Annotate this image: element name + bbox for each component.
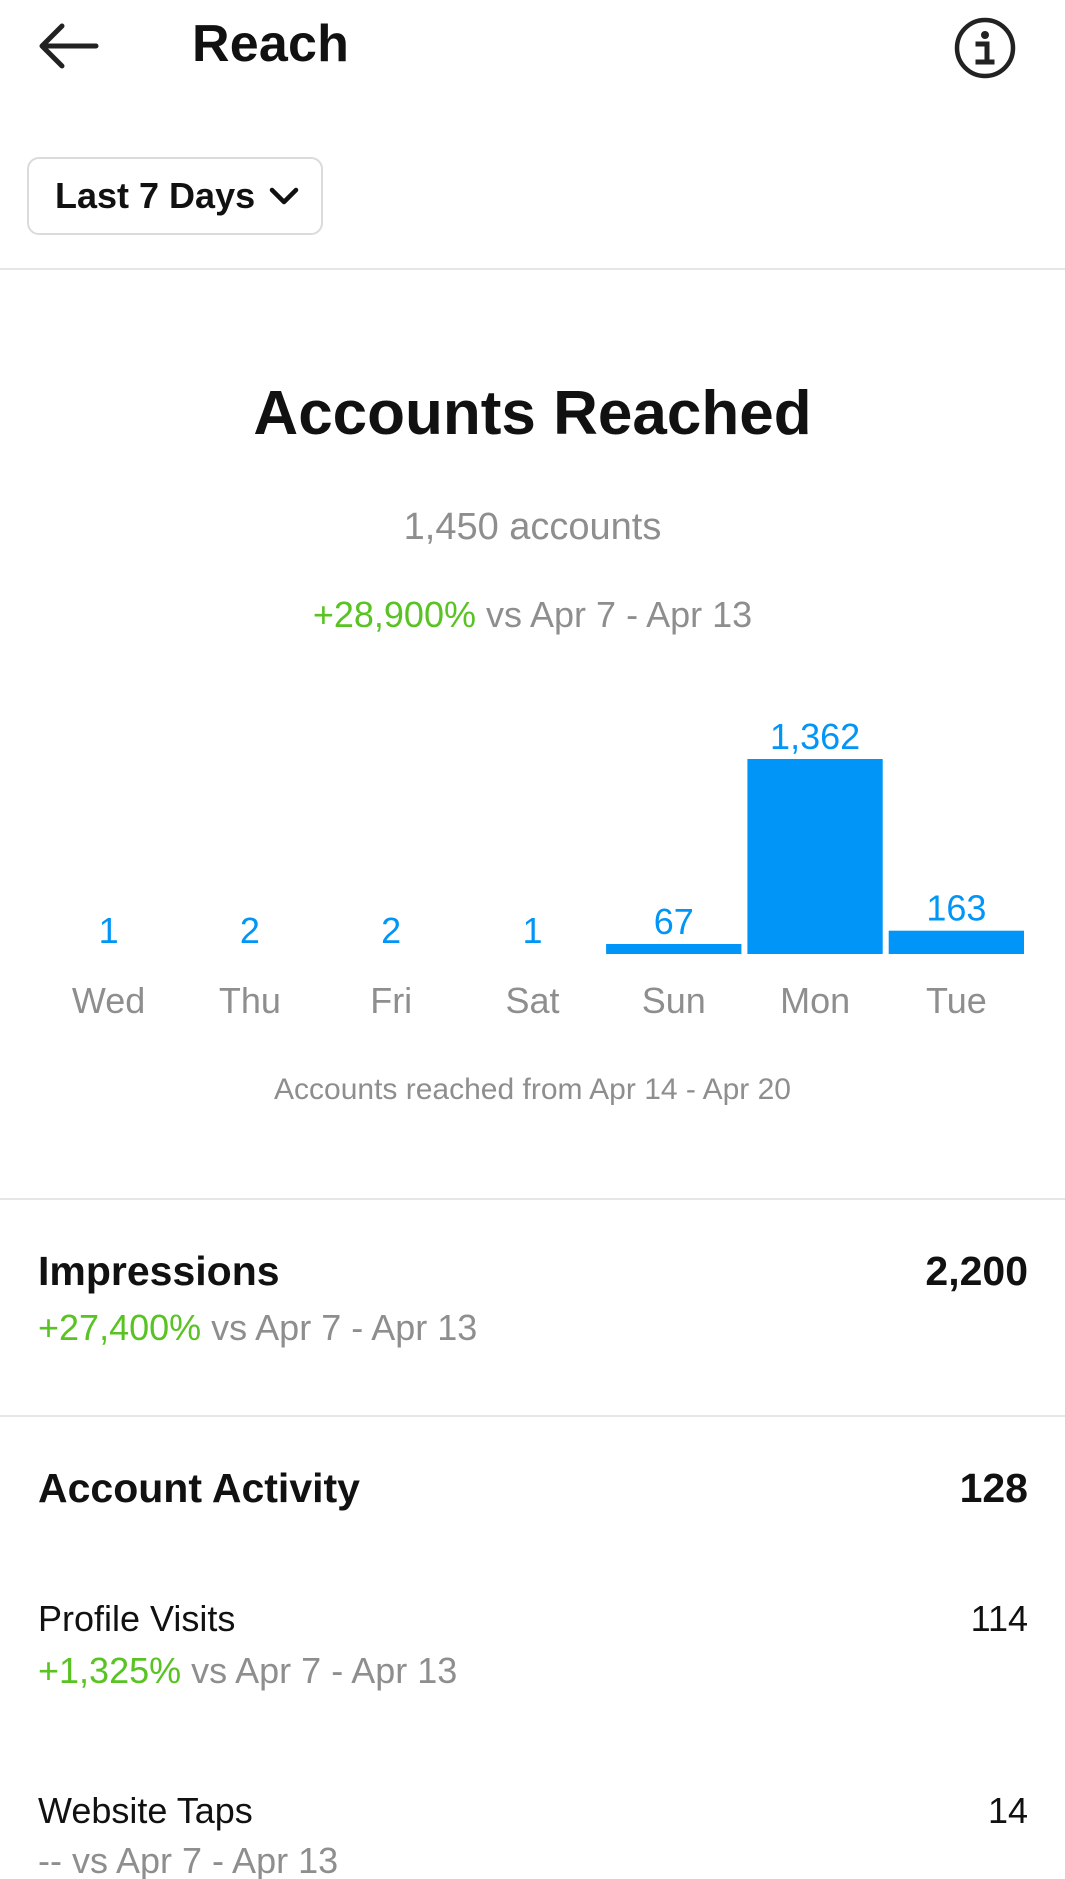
x-tick-label: Fri bbox=[370, 980, 412, 1021]
profile-visits-change: +1,325% vs Apr 7 - Apr 13 bbox=[38, 1650, 457, 1692]
bar-value-label: 1 bbox=[99, 910, 119, 951]
arrow-left-icon bbox=[39, 23, 99, 69]
accounts-change: +28,900% vs Apr 7 - Apr 13 bbox=[0, 594, 1065, 636]
accounts-change-comparison: vs Apr 7 - Apr 13 bbox=[476, 594, 753, 635]
accounts-change-percent: +28,900% bbox=[312, 594, 476, 635]
profile-visits-label: Profile Visits bbox=[38, 1598, 236, 1639]
chevron-down-icon bbox=[269, 187, 299, 205]
date-range-dropdown[interactable]: Last 7 Days bbox=[27, 157, 323, 235]
chart-caption: Accounts reached from Apr 14 - Apr 20 bbox=[274, 1073, 791, 1106]
reach-insights-screen: Reach Last 7 Days Accounts Reached 1,450… bbox=[0, 0, 1065, 1879]
bar-value-label: 1,362 bbox=[770, 716, 860, 757]
website-taps-change-percent: -- bbox=[38, 1840, 62, 1879]
x-tick-label: Sat bbox=[505, 980, 559, 1021]
x-tick-label: Mon bbox=[780, 980, 850, 1021]
accounts-reached-chart: 1 Wed 2 Thu 2 Fri 1 Sat 67 Sun 1,362 Mon 163 Tue bbox=[0, 690, 1065, 1030]
website-taps-value: 14 bbox=[987, 1790, 1028, 1831]
impressions-change: +27,400% vs Apr 7 - Apr 13 bbox=[38, 1307, 477, 1349]
accounts-count: 1,450 accounts bbox=[403, 506, 662, 548]
bar-sun bbox=[606, 944, 742, 954]
info-circle-icon bbox=[954, 17, 1016, 79]
impressions-value: 2,200 bbox=[925, 1248, 1028, 1294]
x-tick-label: Sun bbox=[642, 980, 706, 1021]
accounts-reached-title: Accounts Reached bbox=[253, 379, 812, 448]
x-tick-label: Thu bbox=[219, 980, 281, 1021]
back-button[interactable] bbox=[34, 18, 104, 74]
divider bbox=[0, 1415, 1065, 1417]
impressions-change-comparison: vs Apr 7 - Apr 13 bbox=[201, 1307, 478, 1348]
website-taps-label: Website Taps bbox=[38, 1790, 253, 1831]
website-taps-change: -- vs Apr 7 - Apr 13 bbox=[38, 1840, 338, 1879]
bar-value-label: 2 bbox=[381, 910, 401, 951]
x-tick-label: Tue bbox=[926, 980, 987, 1021]
bar-tue bbox=[888, 930, 1024, 954]
bar-value-label: 163 bbox=[926, 888, 986, 929]
bar-chart: 1 Wed 2 Thu 2 Fri 1 Sat 67 Sun 1,362 Mon 163 Tue bbox=[72, 716, 1024, 1021]
date-range-label: Last 7 Days bbox=[55, 175, 256, 216]
profile-visits-value: 114 bbox=[970, 1598, 1028, 1639]
account-activity-label: Account Activity bbox=[38, 1465, 360, 1511]
account-activity-value: 128 bbox=[959, 1465, 1028, 1511]
bar-value-label: 67 bbox=[654, 901, 694, 942]
profile-visits-change-percent: +1,325% bbox=[38, 1650, 182, 1691]
page-title: Reach bbox=[192, 15, 350, 73]
impressions-label: Impressions bbox=[38, 1248, 280, 1294]
top-app-bar: Reach bbox=[0, 0, 1065, 95]
divider bbox=[0, 268, 1065, 270]
divider bbox=[0, 1198, 1065, 1200]
profile-visits-change-comparison: vs Apr 7 - Apr 13 bbox=[181, 1650, 458, 1691]
bar-mon bbox=[747, 759, 883, 954]
bar-value-label: 2 bbox=[240, 910, 260, 951]
info-button[interactable] bbox=[953, 16, 1017, 80]
impressions-change-percent: +27,400% bbox=[38, 1307, 202, 1348]
bar-value-label: 1 bbox=[522, 910, 542, 951]
website-taps-change-comparison: vs Apr 7 - Apr 13 bbox=[61, 1840, 339, 1879]
x-tick-label: Wed bbox=[72, 980, 145, 1021]
